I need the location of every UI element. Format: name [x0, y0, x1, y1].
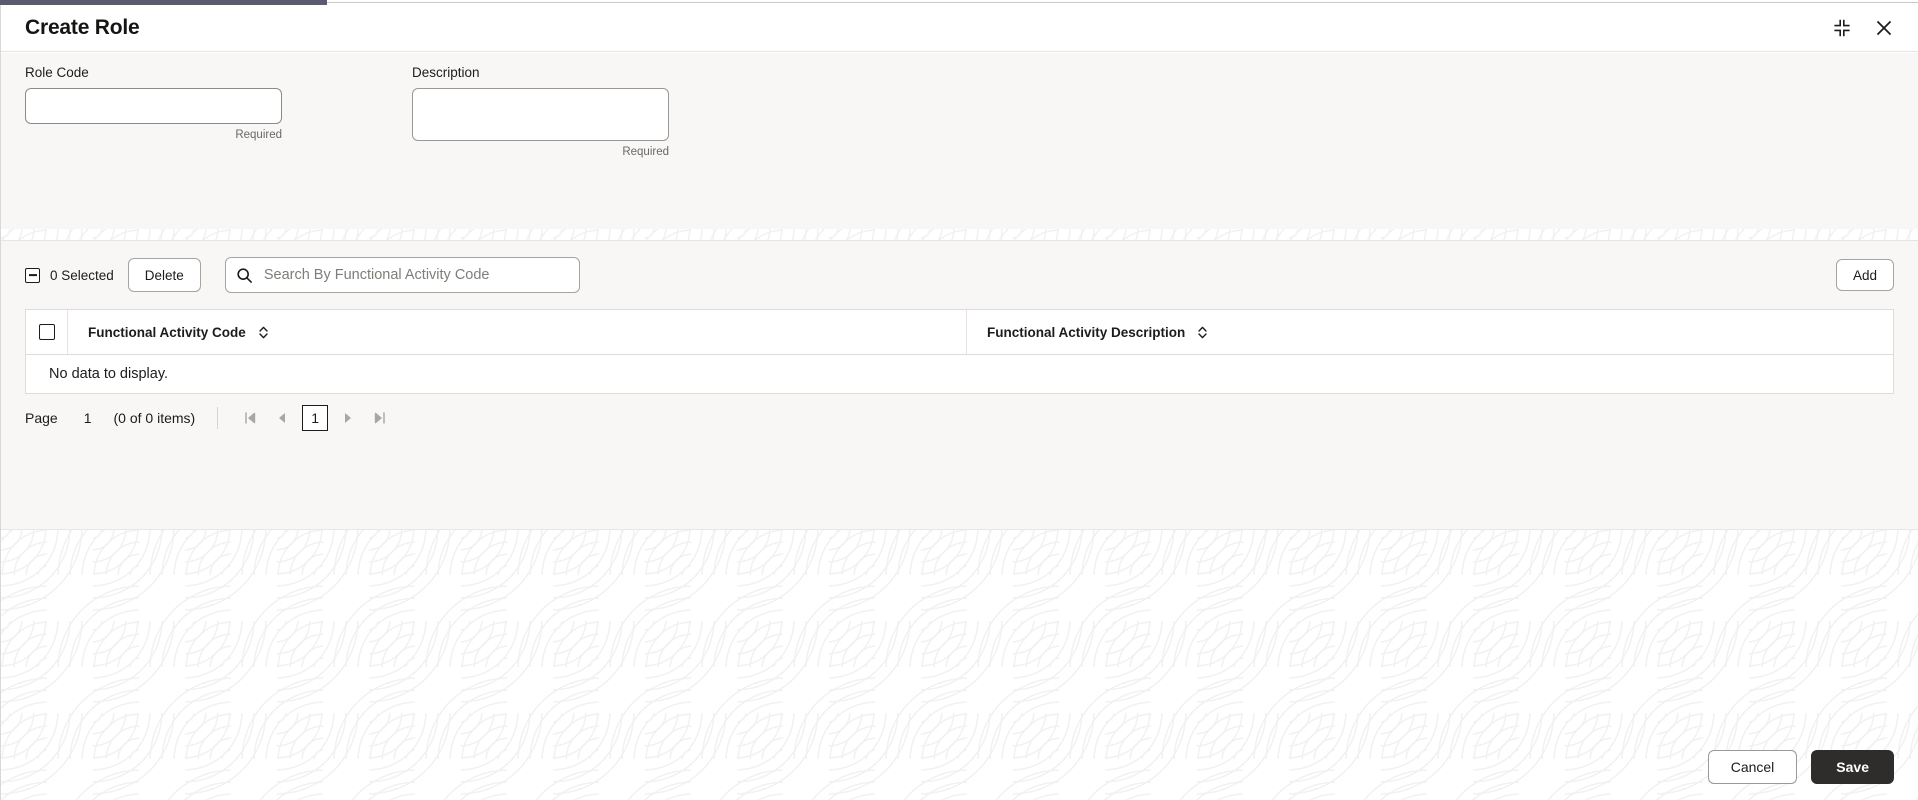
description-field-group: Description Required — [412, 65, 669, 158]
section-divider-pattern — [1, 229, 1918, 241]
indeterminate-checkbox-icon[interactable] — [25, 267, 40, 283]
cancel-button[interactable]: Cancel — [1707, 750, 1798, 784]
role-code-required-text: Required — [235, 129, 282, 141]
column-header-functional-activity-code[interactable]: Functional Activity Code — [68, 310, 967, 354]
dialog-header: Create Role — [1, 4, 1918, 52]
close-icon[interactable] — [1872, 16, 1896, 40]
dialog-footer: Cancel Save — [1, 734, 1918, 800]
last-page-icon[interactable] — [364, 403, 396, 433]
role-form-section: Role Code Required Description Required — [1, 53, 1918, 229]
top-hairline — [327, 2, 1918, 3]
role-code-input[interactable] — [25, 88, 282, 124]
delete-button[interactable]: Delete — [127, 258, 201, 292]
top-accent-bar — [0, 0, 327, 5]
previous-page-icon[interactable] — [266, 403, 298, 433]
next-page-icon[interactable] — [332, 403, 364, 433]
header-actions — [1830, 16, 1896, 40]
search-icon — [236, 266, 254, 284]
functional-activity-section: 0 Selected Delete Add F — [1, 241, 1918, 529]
grid-empty-message: No data to display. — [26, 355, 1893, 393]
grid-toolbar: 0 Selected Delete Add — [1, 241, 1918, 309]
add-button[interactable]: Add — [1835, 259, 1894, 291]
first-page-icon[interactable] — [234, 403, 266, 433]
selection-summary[interactable]: 0 Selected — [25, 267, 114, 283]
page-title: Create Role — [25, 15, 140, 39]
column-header-label: Functional Activity Description — [987, 324, 1186, 340]
pagination-page-word: Page — [25, 410, 58, 426]
create-role-dialog: Create Role Role Code Required Descripti… — [0, 0, 1918, 800]
functional-activity-grid: Functional Activity Code Functional Acti… — [25, 309, 1894, 394]
description-label: Description — [412, 65, 480, 80]
role-code-field-group: Role Code Required — [25, 65, 282, 141]
pagination-page-number: 1 — [83, 410, 92, 426]
pagination-current-page[interactable]: 1 — [302, 405, 329, 431]
search-field-wrapper — [224, 257, 580, 293]
save-button[interactable]: Save — [1811, 750, 1894, 784]
select-all-checkbox[interactable] — [38, 324, 55, 340]
pagination-separator — [217, 407, 219, 429]
select-all-cell — [26, 310, 68, 354]
pagination-items-summary: (0 of 0 items) — [113, 410, 196, 426]
pagination: Page 1 (0 of 0 items) 1 — [1, 394, 1918, 442]
search-input[interactable] — [224, 257, 580, 293]
grid-header-row: Functional Activity Code Functional Acti… — [26, 310, 1893, 355]
left-edge-border — [0, 4, 1, 800]
collapse-icon[interactable] — [1830, 16, 1854, 40]
sort-chevrons-icon[interactable] — [1197, 325, 1208, 340]
role-code-label: Role Code — [25, 65, 89, 80]
sort-chevrons-icon[interactable] — [258, 325, 269, 340]
selected-count-label: 0 Selected — [50, 267, 114, 283]
column-header-label: Functional Activity Code — [88, 324, 246, 340]
description-input[interactable] — [412, 88, 669, 141]
description-required-text: Required — [622, 146, 669, 158]
column-header-functional-activity-description[interactable]: Functional Activity Description — [967, 310, 1893, 354]
